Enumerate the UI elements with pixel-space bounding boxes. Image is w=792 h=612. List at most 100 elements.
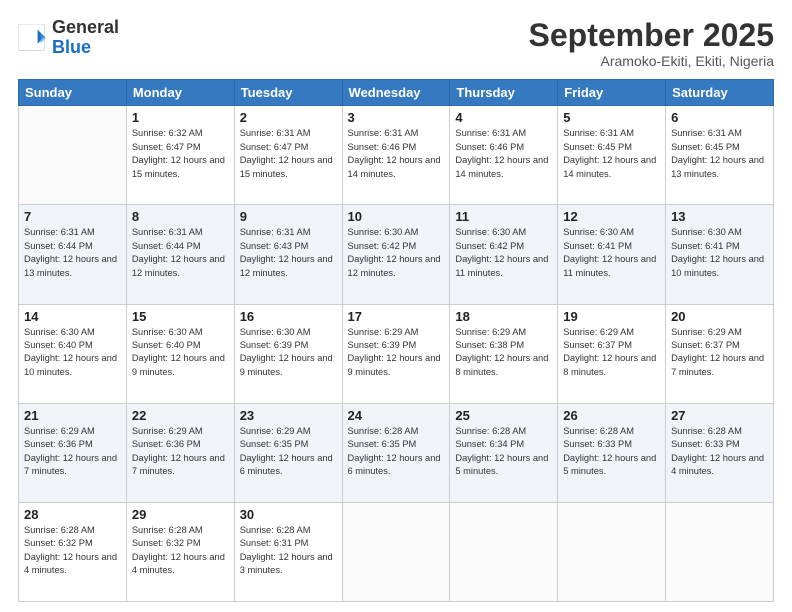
sunrise-text: Sunrise: 6:30 AM <box>563 227 634 237</box>
calendar-cell: 15 Sunrise: 6:30 AM Sunset: 6:40 PM Dayl… <box>126 304 234 403</box>
daylight-text: Daylight: 12 hours and 11 minutes. <box>455 254 548 277</box>
day-info: Sunrise: 6:32 AM Sunset: 6:47 PM Dayligh… <box>132 127 229 181</box>
day-number: 18 <box>455 309 552 324</box>
calendar-header-row: Sunday Monday Tuesday Wednesday Thursday… <box>19 80 774 106</box>
sunset-text: Sunset: 6:33 PM <box>671 439 740 449</box>
day-number: 21 <box>24 408 121 423</box>
sunset-text: Sunset: 6:41 PM <box>563 241 632 251</box>
day-number: 8 <box>132 209 229 224</box>
day-number: 20 <box>671 309 768 324</box>
sunrise-text: Sunrise: 6:29 AM <box>563 327 634 337</box>
daylight-text: Daylight: 12 hours and 13 minutes. <box>24 254 117 277</box>
sunset-text: Sunset: 6:40 PM <box>132 340 201 350</box>
sunset-text: Sunset: 6:46 PM <box>455 142 524 152</box>
sunset-text: Sunset: 6:39 PM <box>240 340 309 350</box>
sunset-text: Sunset: 6:41 PM <box>671 241 740 251</box>
calendar-cell: 13 Sunrise: 6:30 AM Sunset: 6:41 PM Dayl… <box>666 205 774 304</box>
day-info: Sunrise: 6:30 AM Sunset: 6:41 PM Dayligh… <box>563 226 660 280</box>
sunset-text: Sunset: 6:33 PM <box>563 439 632 449</box>
calendar-cell: 18 Sunrise: 6:29 AM Sunset: 6:38 PM Dayl… <box>450 304 558 403</box>
calendar-cell: 26 Sunrise: 6:28 AM Sunset: 6:33 PM Dayl… <box>558 403 666 502</box>
sunset-text: Sunset: 6:31 PM <box>240 538 309 548</box>
daylight-text: Daylight: 12 hours and 4 minutes. <box>132 552 225 575</box>
daylight-text: Daylight: 12 hours and 14 minutes. <box>348 155 441 178</box>
logo: General Blue <box>18 18 119 58</box>
calendar-cell: 7 Sunrise: 6:31 AM Sunset: 6:44 PM Dayli… <box>19 205 127 304</box>
day-info: Sunrise: 6:28 AM Sunset: 6:33 PM Dayligh… <box>563 425 660 479</box>
daylight-text: Daylight: 12 hours and 7 minutes. <box>671 353 764 376</box>
sunset-text: Sunset: 6:47 PM <box>240 142 309 152</box>
sunrise-text: Sunrise: 6:30 AM <box>455 227 526 237</box>
day-number: 12 <box>563 209 660 224</box>
daylight-text: Daylight: 12 hours and 10 minutes. <box>671 254 764 277</box>
calendar-cell: 16 Sunrise: 6:30 AM Sunset: 6:39 PM Dayl… <box>234 304 342 403</box>
location-subtitle: Aramoko-Ekiti, Ekiti, Nigeria <box>529 53 774 69</box>
day-number: 4 <box>455 110 552 125</box>
sunrise-text: Sunrise: 6:29 AM <box>132 426 203 436</box>
day-info: Sunrise: 6:28 AM Sunset: 6:34 PM Dayligh… <box>455 425 552 479</box>
daylight-text: Daylight: 12 hours and 6 minutes. <box>348 453 441 476</box>
daylight-text: Daylight: 12 hours and 7 minutes. <box>24 453 117 476</box>
daylight-text: Daylight: 12 hours and 9 minutes. <box>240 353 333 376</box>
sunrise-text: Sunrise: 6:31 AM <box>455 128 526 138</box>
daylight-text: Daylight: 12 hours and 9 minutes. <box>348 353 441 376</box>
daylight-text: Daylight: 12 hours and 8 minutes. <box>455 353 548 376</box>
month-title: September 2025 <box>529 18 774 53</box>
sunset-text: Sunset: 6:42 PM <box>455 241 524 251</box>
sunset-text: Sunset: 6:46 PM <box>348 142 417 152</box>
daylight-text: Daylight: 12 hours and 6 minutes. <box>240 453 333 476</box>
sunset-text: Sunset: 6:37 PM <box>671 340 740 350</box>
calendar-cell: 23 Sunrise: 6:29 AM Sunset: 6:35 PM Dayl… <box>234 403 342 502</box>
calendar-cell <box>666 502 774 601</box>
logo-icon <box>18 24 46 52</box>
daylight-text: Daylight: 12 hours and 9 minutes. <box>132 353 225 376</box>
sunrise-text: Sunrise: 6:31 AM <box>240 227 311 237</box>
sunset-text: Sunset: 6:35 PM <box>240 439 309 449</box>
sunrise-text: Sunrise: 6:28 AM <box>671 426 742 436</box>
sunset-text: Sunset: 6:39 PM <box>348 340 417 350</box>
day-info: Sunrise: 6:29 AM Sunset: 6:37 PM Dayligh… <box>563 326 660 380</box>
header: General Blue September 2025 Aramoko-Ekit… <box>18 18 774 69</box>
day-info: Sunrise: 6:28 AM Sunset: 6:33 PM Dayligh… <box>671 425 768 479</box>
logo-blue-text: Blue <box>52 37 91 57</box>
calendar-cell <box>450 502 558 601</box>
day-number: 19 <box>563 309 660 324</box>
daylight-text: Daylight: 12 hours and 12 minutes. <box>348 254 441 277</box>
sunrise-text: Sunrise: 6:31 AM <box>671 128 742 138</box>
sunrise-text: Sunrise: 6:30 AM <box>24 327 95 337</box>
sunrise-text: Sunrise: 6:29 AM <box>671 327 742 337</box>
calendar-cell: 12 Sunrise: 6:30 AM Sunset: 6:41 PM Dayl… <box>558 205 666 304</box>
daylight-text: Daylight: 12 hours and 14 minutes. <box>563 155 656 178</box>
day-info: Sunrise: 6:31 AM Sunset: 6:44 PM Dayligh… <box>132 226 229 280</box>
col-saturday: Saturday <box>666 80 774 106</box>
col-wednesday: Wednesday <box>342 80 450 106</box>
col-sunday: Sunday <box>19 80 127 106</box>
sunset-text: Sunset: 6:36 PM <box>24 439 93 449</box>
day-number: 28 <box>24 507 121 522</box>
day-number: 30 <box>240 507 337 522</box>
sunrise-text: Sunrise: 6:30 AM <box>348 227 419 237</box>
day-info: Sunrise: 6:31 AM Sunset: 6:47 PM Dayligh… <box>240 127 337 181</box>
day-number: 7 <box>24 209 121 224</box>
daylight-text: Daylight: 12 hours and 8 minutes. <box>563 353 656 376</box>
calendar-cell <box>342 502 450 601</box>
sunrise-text: Sunrise: 6:28 AM <box>24 525 95 535</box>
day-info: Sunrise: 6:29 AM Sunset: 6:39 PM Dayligh… <box>348 326 445 380</box>
day-info: Sunrise: 6:30 AM Sunset: 6:40 PM Dayligh… <box>132 326 229 380</box>
sunset-text: Sunset: 6:45 PM <box>671 142 740 152</box>
sunset-text: Sunset: 6:44 PM <box>24 241 93 251</box>
day-info: Sunrise: 6:30 AM Sunset: 6:42 PM Dayligh… <box>455 226 552 280</box>
calendar-cell: 8 Sunrise: 6:31 AM Sunset: 6:44 PM Dayli… <box>126 205 234 304</box>
day-info: Sunrise: 6:31 AM Sunset: 6:43 PM Dayligh… <box>240 226 337 280</box>
calendar-cell: 10 Sunrise: 6:30 AM Sunset: 6:42 PM Dayl… <box>342 205 450 304</box>
sunrise-text: Sunrise: 6:29 AM <box>240 426 311 436</box>
day-number: 15 <box>132 309 229 324</box>
day-number: 10 <box>348 209 445 224</box>
daylight-text: Daylight: 12 hours and 15 minutes. <box>132 155 225 178</box>
calendar-cell: 3 Sunrise: 6:31 AM Sunset: 6:46 PM Dayli… <box>342 106 450 205</box>
daylight-text: Daylight: 12 hours and 15 minutes. <box>240 155 333 178</box>
day-info: Sunrise: 6:28 AM Sunset: 6:32 PM Dayligh… <box>132 524 229 578</box>
sunrise-text: Sunrise: 6:31 AM <box>24 227 95 237</box>
day-info: Sunrise: 6:31 AM Sunset: 6:44 PM Dayligh… <box>24 226 121 280</box>
col-friday: Friday <box>558 80 666 106</box>
